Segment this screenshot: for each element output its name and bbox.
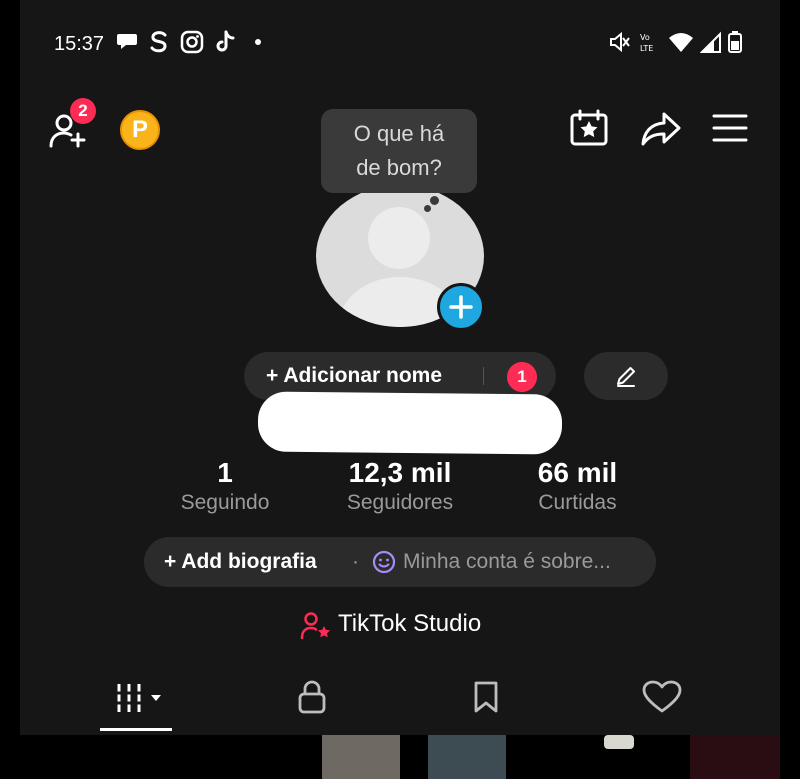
tab-liked-heart-icon[interactable] [642,680,682,714]
video-thumbnail[interactable] [690,735,780,779]
points-badge[interactable]: P [120,110,160,150]
stat-likes-label: Curtidas [538,491,617,514]
stat-likes[interactable]: 66 mil Curtidas [510,457,645,515]
wifi-icon [669,33,693,52]
volte-icon: Vo LTE [640,33,653,53]
avatar-placeholder-head [368,207,430,269]
edit-profile-button[interactable] [584,352,668,400]
bubble-tail-dot [424,205,431,212]
stat-followers-label: Seguidores [346,491,454,514]
add-bio-label: + Add biografia [164,550,317,573]
tab-videos-grid-icon[interactable] [116,682,168,714]
add-bio-button[interactable]: + Add biografia · Minha conta é sobre... [144,537,656,587]
battery-icon [728,31,742,53]
chat-bubble-icon [117,34,137,49]
add-name-badge: 1 [507,362,537,392]
share-icon[interactable] [640,110,682,146]
video-thumbnail[interactable] [604,735,634,749]
bubble-tail-dot [430,196,439,205]
add-avatar-button[interactable] [437,283,485,331]
stat-following-value: 1 [217,457,233,488]
instagram-icon [180,30,204,54]
add-name-label: + Adicionar nome [266,364,443,387]
mute-icon [610,31,630,53]
bubble-line-1: O que há [353,121,445,146]
video-thumbnail[interactable] [322,735,400,779]
tab-saved-bookmark-icon[interactable] [472,680,500,714]
bio-separator: · [352,550,359,573]
more-notifications-dot-icon [255,39,261,45]
video-thumbnail[interactable] [428,735,506,779]
signal-icon [700,31,721,53]
tiktok-studio-link[interactable]: TikTok Studio [338,610,481,638]
bio-placeholder: Minha conta é sobre... [403,550,611,573]
calendar-star-icon[interactable] [569,109,609,147]
friend-requests-badge: 2 [70,98,96,124]
stat-likes-value: 66 mil [537,457,618,488]
stat-following-label: Seguindo [180,491,270,514]
redacted-username [257,391,563,455]
status-time: 15:37 [54,33,105,55]
stat-followers-value: 12,3 mil [348,457,452,488]
s-app-icon [150,31,167,53]
pill-divider [483,367,484,385]
svg-text:LTE: LTE [640,44,653,53]
pencil-icon [617,367,635,387]
profile-tabs [20,670,780,735]
profile-screen: 15:37 Vo LTE 2 P O que há de bom? + Adic… [20,0,780,735]
menu-icon[interactable] [712,112,748,144]
bubble-line-2: de bom? [356,155,442,180]
tiktok-icon [216,30,235,52]
smiley-icon [372,550,396,574]
stat-followers[interactable]: 12,3 mil Seguidores [320,457,480,515]
stat-following[interactable]: 1 Seguindo [160,457,290,515]
tab-private-lock-icon[interactable] [296,680,328,714]
status-bar: 15:37 Vo LTE [20,0,780,88]
whats-up-bubble[interactable]: O que há de bom? [321,109,477,193]
svg-text:Vo: Vo [640,33,650,42]
video-grid-peek [0,735,800,779]
active-tab-indicator [100,728,172,731]
plus-icon [449,295,473,319]
creator-studio-icon [300,612,330,640]
